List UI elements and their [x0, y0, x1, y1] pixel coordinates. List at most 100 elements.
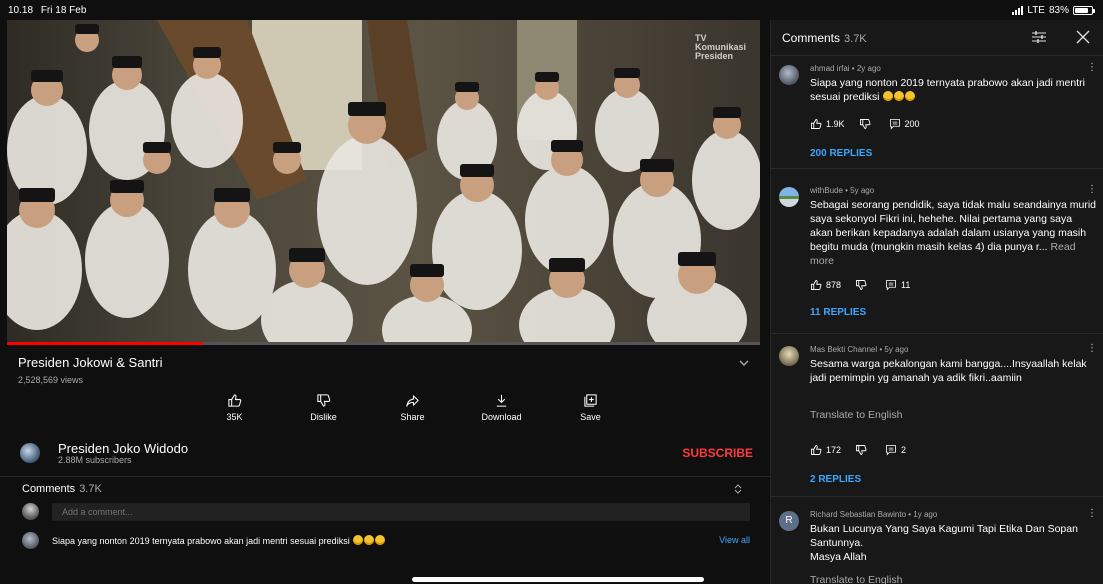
comment-reply-count: 2 — [901, 445, 907, 455]
thumbs-up-icon — [811, 119, 822, 129]
comment-item: R Richard Sebastian Bawinto • 1y ago ⋮ B… — [771, 503, 1103, 584]
share-icon — [406, 395, 419, 407]
reply-icon — [886, 280, 896, 291]
battery-label: 83% — [1048, 4, 1069, 16]
comment-author[interactable]: withBude • 5y ago — [810, 186, 874, 195]
comment-author-avatar[interactable] — [779, 187, 799, 207]
view-replies-button[interactable]: 200 REPLIES — [810, 148, 872, 159]
panel-title: Comments — [782, 31, 841, 45]
laughing-emoji-icon — [905, 91, 916, 101]
comment-like-button[interactable]: 1.9K — [810, 118, 845, 130]
comments-panel: Comments 3.7K ahmad irfai • 2y ago ⋮ Siap… — [770, 20, 1103, 584]
save-icon — [584, 394, 597, 407]
save-button[interactable]: Save — [546, 393, 635, 422]
video-watermark: TV Komunikasi Presiden — [694, 33, 746, 61]
video-frame — [7, 20, 760, 344]
comments-panel-header: Comments 3.7K — [771, 20, 1103, 56]
laughing-emoji-icon — [375, 535, 386, 545]
comment-actions: 878 11 — [810, 279, 924, 291]
more-options-icon[interactable]: ⋮ — [1087, 63, 1097, 73]
status-time-date: 10.18 Fri 18 Feb — [8, 5, 86, 16]
download-icon — [496, 394, 507, 407]
comments-header[interactable]: Comments 3.7K — [0, 476, 770, 496]
comment-author-avatar[interactable] — [779, 65, 799, 85]
like-button[interactable]: 35K — [190, 393, 279, 422]
comment-item: ahmad irfai • 2y ago ⋮ Siapa yang nonton… — [771, 57, 1103, 169]
dislike-button[interactable]: Dislike — [279, 393, 368, 422]
status-time: 10.18 — [8, 4, 34, 16]
comment-author-avatar[interactable]: R — [779, 511, 799, 531]
video-player[interactable]: TV Komunikasi Presiden — [7, 20, 760, 344]
expand-comments-icon[interactable] — [734, 484, 742, 494]
comment-reply-button[interactable]: 2 — [885, 444, 906, 456]
video-title[interactable]: Presiden Jokowi & Santri — [18, 355, 163, 370]
comments-label-row: Comments 3.7K — [22, 483, 102, 495]
status-date: Fri 18 Feb — [40, 4, 87, 16]
view-all-link[interactable]: View all — [719, 535, 750, 545]
top-comment-preview[interactable]: Siapa yang nonton 2019 ternyata prabowo … — [0, 532, 770, 552]
close-icon[interactable] — [1075, 29, 1091, 45]
filter-icon[interactable] — [1031, 30, 1047, 44]
comment-like-button[interactable]: 172 — [810, 444, 841, 456]
comment-dislike-button[interactable] — [855, 279, 871, 291]
comment-actions: 1.9K 200 — [810, 118, 934, 130]
reply-icon — [889, 119, 900, 130]
comment-author-avatar — [22, 532, 39, 549]
panel-title-row: Comments 3.7K — [782, 31, 867, 45]
comment-text: Sesama warga pekalongan kami bangga....I… — [810, 358, 1087, 384]
comment-reply-count: 200 — [904, 119, 920, 129]
more-options-icon[interactable]: ⋮ — [1087, 509, 1097, 519]
channel-avatar[interactable] — [20, 443, 40, 463]
view-replies-button[interactable]: 11 REPLIES — [810, 307, 866, 318]
panel-count: 3.7K — [844, 33, 867, 45]
comment-text-line: Masya Allah — [810, 551, 867, 563]
comment-like-count: 878 — [826, 280, 842, 290]
comment-dislike-button[interactable] — [855, 444, 871, 456]
video-info: Presiden Jokowi & Santri 2,528,569 views… — [0, 345, 770, 584]
comments-label: Comments — [22, 483, 76, 495]
laughing-emoji-icon — [364, 535, 375, 545]
laughing-emoji-icon — [894, 91, 905, 101]
comment-reply-button[interactable]: 200 — [889, 118, 920, 130]
thumbs-down-icon — [317, 394, 331, 407]
add-comment-row — [0, 503, 770, 525]
comments-count: 3.7K — [79, 483, 102, 495]
translate-link[interactable]: Translate to English — [810, 574, 902, 584]
share-button[interactable]: Share — [368, 393, 457, 422]
comment-author[interactable]: Richard Sebastian Bawinto • 1y ago — [810, 510, 937, 519]
battery-fill — [1075, 7, 1089, 13]
download-label: Download — [481, 412, 522, 422]
comment-dislike-button[interactable] — [859, 118, 875, 130]
thumbs-up-icon — [811, 280, 822, 290]
channel-subscribers: 2.88M subscribers — [58, 455, 132, 465]
comment-reply-button[interactable]: 11 — [885, 279, 910, 291]
chevron-down-icon[interactable] — [738, 358, 750, 368]
comment-author[interactable]: ahmad irfai • 2y ago — [810, 64, 881, 73]
download-button[interactable]: Download — [457, 393, 546, 422]
add-comment-input[interactable] — [52, 503, 750, 521]
video-views: 2,528,569 views — [18, 375, 84, 385]
battery-icon — [1073, 5, 1095, 15]
more-options-icon[interactable]: ⋮ — [1087, 185, 1097, 195]
status-bar: 10.18 Fri 18 Feb LTE 83% — [0, 0, 1103, 20]
subscribe-button[interactable]: SUBSCRIBE — [682, 446, 753, 460]
network-label: LTE — [1027, 4, 1045, 16]
top-comment-text-row: Siapa yang nonton 2019 ternyata prabowo … — [52, 535, 386, 546]
comment-actions: 172 2 — [810, 444, 920, 456]
view-replies-button[interactable]: 2 REPLIES — [810, 474, 861, 485]
channel-row: Presiden Joko Widodo 2.88M subscribers S… — [0, 441, 770, 471]
comment-author-avatar[interactable] — [779, 346, 799, 366]
laughing-emoji-icon — [883, 91, 894, 101]
home-indicator[interactable] — [412, 577, 704, 582]
laughing-emoji-icon — [353, 535, 364, 545]
comment-body: Siapa yang nonton 2019 ternyata prabowo … — [810, 76, 1096, 104]
user-avatar — [22, 503, 39, 520]
comment-author[interactable]: Mas Bekti Channel • 5y ago — [810, 345, 908, 354]
translate-link[interactable]: Translate to English — [810, 409, 902, 421]
thumbs-down-icon — [859, 119, 870, 129]
top-comment-text: Siapa yang nonton 2019 ternyata prabowo … — [52, 536, 350, 546]
channel-name[interactable]: Presiden Joko Widodo — [58, 441, 188, 456]
comment-body: Bukan Lucunya Yang Saya Kagumi Tapi Etik… — [810, 522, 1096, 564]
more-options-icon[interactable]: ⋮ — [1087, 344, 1097, 354]
comment-like-button[interactable]: 878 — [810, 279, 841, 291]
